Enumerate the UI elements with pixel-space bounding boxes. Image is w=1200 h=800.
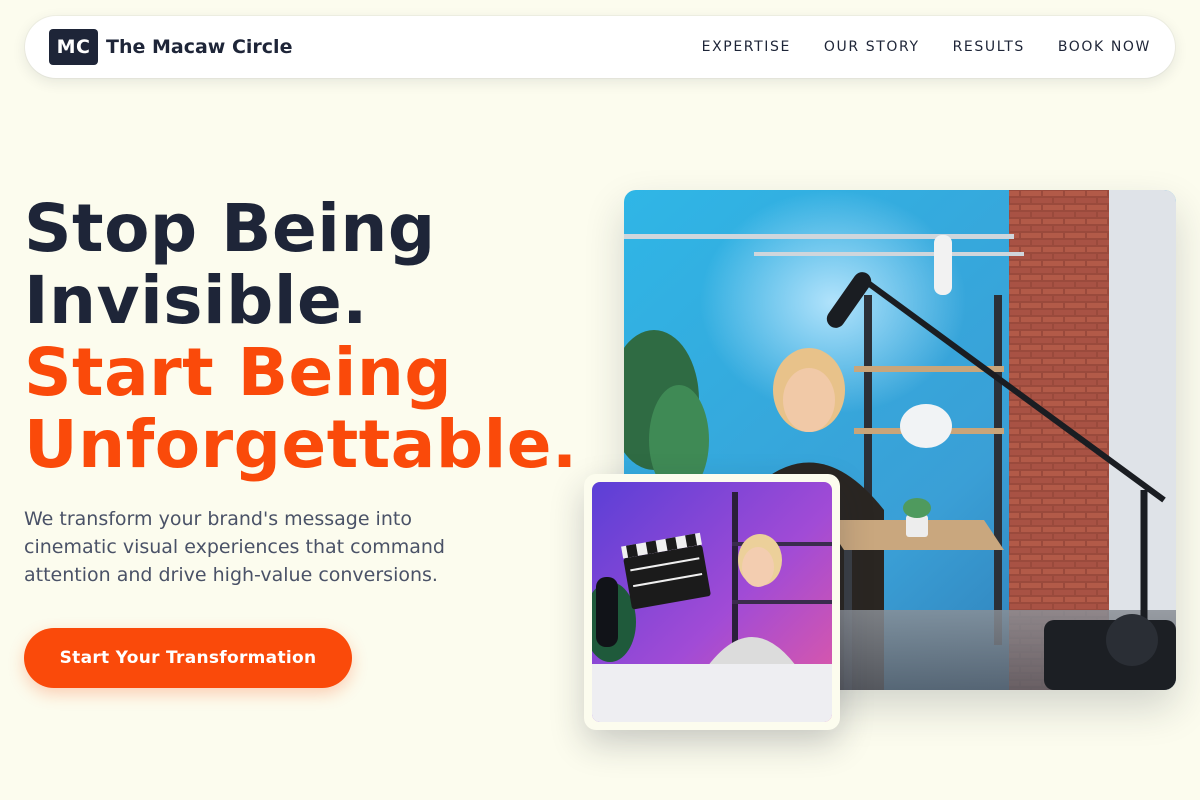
nav-link-our-story[interactable]: OUR STORY [824, 39, 920, 55]
headline-line-1: Stop Being [24, 190, 436, 267]
brand[interactable]: MC The Macaw Circle [49, 29, 292, 65]
nav-link-results[interactable]: RESULTS [953, 39, 1025, 55]
landing-page: MC The Macaw Circle EXPERTISE OUR STORY … [0, 0, 1200, 800]
headline-line-4: Unforgettable. [24, 406, 578, 483]
inset-photo-frame [584, 474, 840, 730]
brand-name: The Macaw Circle [106, 36, 293, 58]
start-transformation-button[interactable]: Start Your Transformation [24, 628, 352, 688]
nav-menu: EXPERTISE OUR STORY RESULTS BOOK NOW [702, 39, 1151, 55]
nav-link-expertise[interactable]: EXPERTISE [702, 39, 791, 55]
headline-line-2: Invisible. [24, 262, 368, 339]
nav-link-book-now[interactable]: BOOK NOW [1058, 39, 1151, 55]
navbar: MC The Macaw Circle EXPERTISE OUR STORY … [25, 16, 1175, 78]
hero-subtext: We transform your brand's message into c… [24, 508, 445, 586]
inset-photo [592, 482, 832, 722]
logo-mark: MC [49, 29, 98, 65]
headline-line-3: Start Being [24, 334, 453, 411]
hero-headline: Stop Being Invisible. Start Being Unforg… [24, 193, 644, 481]
